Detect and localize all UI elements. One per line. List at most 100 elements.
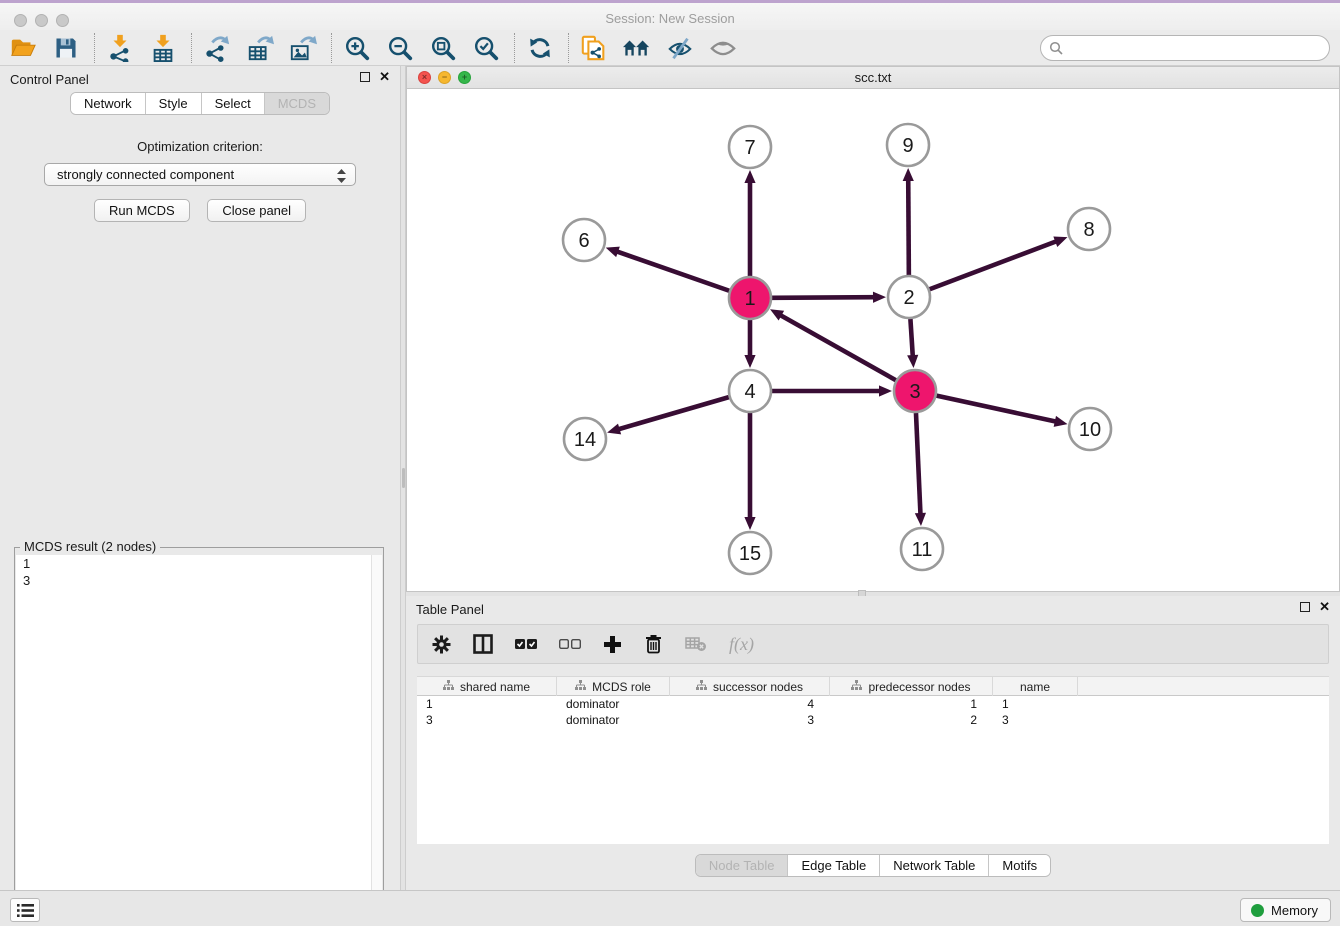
graph-node-label: 11	[912, 539, 933, 561]
refresh-view-icon[interactable]	[525, 33, 555, 63]
edge-arrowhead	[606, 247, 620, 258]
network-window-controls: × − +	[418, 71, 471, 84]
tab-style[interactable]: Style	[145, 93, 201, 114]
graph-edge-2-9[interactable]	[908, 179, 909, 275]
table-row[interactable]: 3dominator323	[417, 712, 1329, 728]
search-input[interactable]	[1040, 35, 1330, 61]
tab-select[interactable]: Select	[201, 93, 264, 114]
select-all-columns-icon[interactable]	[515, 638, 537, 650]
import-network-icon[interactable]	[105, 33, 135, 63]
save-session-icon[interactable]	[51, 33, 81, 63]
network-canvas[interactable]: 7968124314101511	[407, 89, 1339, 591]
export-table-icon[interactable]	[245, 33, 275, 63]
close-network-button[interactable]: ×	[418, 71, 431, 84]
cell-predecessor-nodes[interactable]: 1	[830, 696, 993, 712]
window-titlebar: Session: New Session	[0, 0, 1340, 30]
list-icon	[17, 904, 34, 917]
table-tab-network-table[interactable]: Network Table	[879, 855, 988, 876]
right-area: × − + scc.txt 7968124314101511 Table Pan…	[406, 66, 1340, 890]
memory-label: Memory	[1271, 903, 1318, 918]
open-session-icon[interactable]	[8, 33, 38, 63]
org-chart-icon	[443, 680, 454, 694]
zoom-in-icon[interactable]	[342, 33, 372, 63]
mcds-result-node[interactable]: 3	[16, 572, 382, 589]
cell-mcds-role[interactable]: dominator	[557, 696, 670, 712]
table-row[interactable]: 1dominator411	[417, 696, 1329, 712]
task-history-button[interactable]	[10, 898, 40, 922]
cell-successor-nodes[interactable]: 4	[670, 696, 830, 712]
cell-successor-nodes[interactable]: 3	[670, 712, 830, 728]
control-panel-tabs-row: NetworkStyleSelectMCDS	[0, 92, 400, 115]
close-panel-button[interactable]: Close panel	[207, 199, 306, 222]
graph-edge-1-6[interactable]	[616, 251, 729, 291]
float-panel-icon[interactable]	[1300, 602, 1310, 612]
graph-edge-3-1[interactable]	[780, 315, 896, 381]
search-icon	[1049, 41, 1063, 58]
table-tab-node-table[interactable]: Node Table	[696, 855, 788, 876]
column-header-name[interactable]: name	[993, 677, 1078, 696]
close-panel-icon[interactable]: ✕	[379, 72, 390, 82]
node-table[interactable]: shared nameMCDS rolesuccessor nodesprede…	[417, 676, 1329, 844]
column-header-predecessor-nodes[interactable]: predecessor nodes	[830, 677, 993, 696]
edge-arrowhead	[879, 385, 892, 396]
mcds-result-list[interactable]: 13	[16, 555, 382, 923]
import-table-icon[interactable]	[148, 33, 178, 63]
memory-button[interactable]: Memory	[1240, 898, 1331, 922]
close-panel-icon[interactable]: ✕	[1319, 602, 1330, 612]
cell-predecessor-nodes[interactable]: 2	[830, 712, 993, 728]
settings-icon[interactable]	[432, 635, 451, 654]
optimization-criterion-label: Optimization criterion:	[6, 139, 394, 154]
column-header-mcds-role[interactable]: MCDS role	[557, 677, 670, 696]
deselect-all-columns-icon[interactable]	[559, 638, 581, 650]
zoom-fit-icon[interactable]	[428, 33, 458, 63]
show-all-icon[interactable]	[708, 33, 738, 63]
hide-selected-icon[interactable]	[665, 33, 695, 63]
tab-network[interactable]: Network	[71, 93, 145, 114]
zoom-out-icon[interactable]	[385, 33, 415, 63]
first-neighbors-icon[interactable]	[622, 33, 652, 63]
control-panel-header: Control Panel ✕	[0, 66, 400, 92]
table-panel-header: Table Panel ✕	[406, 596, 1340, 622]
tab-mcds[interactable]: MCDS	[264, 93, 329, 114]
org-chart-icon	[851, 680, 862, 694]
graph-edge-4-14[interactable]	[618, 397, 729, 429]
org-chart-icon	[575, 680, 586, 694]
cell-shared-name[interactable]: 3	[417, 712, 557, 728]
graph-edge-1-2[interactable]	[772, 297, 875, 298]
edge-arrowhead	[1053, 236, 1067, 246]
cell-shared-name[interactable]: 1	[417, 696, 557, 712]
graph-edge-3-11[interactable]	[916, 413, 921, 515]
table-tab-edge-table[interactable]: Edge Table	[787, 855, 879, 876]
run-mcds-button[interactable]: Run MCDS	[94, 199, 190, 222]
window-title: Session: New Session	[0, 11, 1340, 26]
export-network-icon[interactable]	[202, 33, 232, 63]
control-panel: Control Panel ✕ NetworkStyleSelectMCDS O…	[0, 66, 400, 890]
graph-node-label: 1	[744, 288, 755, 310]
cell-name[interactable]: 1	[993, 696, 1078, 712]
splitter-grip[interactable]	[402, 468, 405, 488]
criterion-dropdown[interactable]: strongly connected component	[44, 163, 356, 186]
minimize-network-button[interactable]: −	[438, 71, 451, 84]
zoom-selected-icon[interactable]	[471, 33, 501, 63]
cell-name[interactable]: 3	[993, 712, 1078, 728]
export-image-icon[interactable]	[288, 33, 318, 63]
cell-mcds-role[interactable]: dominator	[557, 712, 670, 728]
mcds-result-box: MCDS result (2 nodes) 13	[14, 547, 384, 925]
new-network-from-selection-icon[interactable]	[579, 33, 609, 63]
mcds-result-node[interactable]: 1	[16, 555, 382, 572]
column-layout-icon[interactable]	[473, 634, 493, 654]
table-panel: Table Panel ✕	[406, 596, 1340, 890]
graph-node-label: 3	[909, 381, 920, 403]
delete-column-icon[interactable]	[644, 634, 663, 654]
column-header-shared-name[interactable]: shared name	[417, 677, 557, 696]
table-tab-motifs[interactable]: Motifs	[988, 855, 1050, 876]
graph-edge-2-8[interactable]	[930, 241, 1058, 289]
add-column-icon[interactable]	[603, 635, 622, 654]
column-header-successor-nodes[interactable]: successor nodes	[670, 677, 830, 696]
graph-edge-3-10[interactable]	[936, 396, 1056, 422]
graph-edge-2-3[interactable]	[910, 319, 912, 357]
edge-arrowhead	[1054, 416, 1068, 427]
result-scrollbar[interactable]	[371, 555, 382, 923]
float-panel-icon[interactable]	[360, 72, 370, 82]
maximize-network-button[interactable]: +	[458, 71, 471, 84]
